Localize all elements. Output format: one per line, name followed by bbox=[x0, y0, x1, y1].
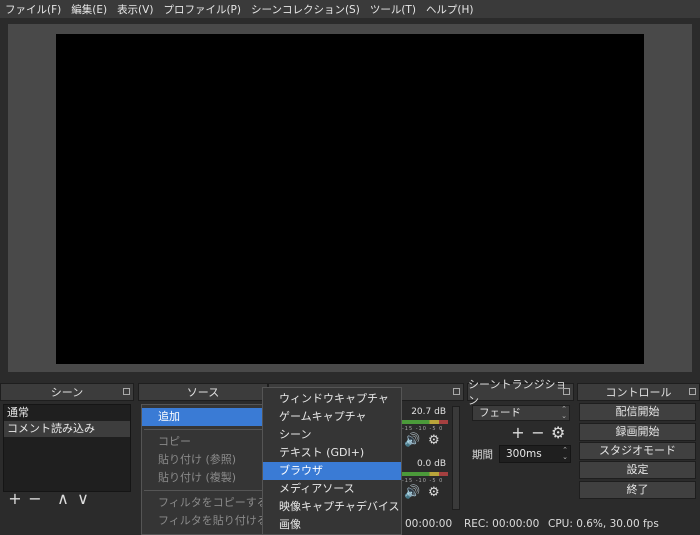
submenu-item-browser[interactable]: ブラウザ bbox=[263, 462, 401, 480]
menu-separator bbox=[144, 429, 278, 430]
menu-item-paste-reference[interactable]: 貼り付け (参照) bbox=[142, 451, 280, 469]
gear-icon[interactable]: ⚙ bbox=[428, 485, 440, 500]
meter-ticks: -15 -10 -5 0 bbox=[402, 478, 444, 484]
scene-list[interactable]: 通常 コメント読み込み bbox=[3, 404, 131, 492]
menu-edit[interactable]: 編集(E) bbox=[66, 2, 112, 17]
submenu-item-scene[interactable]: シーン bbox=[263, 426, 401, 444]
add-scene-icon[interactable]: + bbox=[8, 491, 22, 507]
duration-label: 期間 bbox=[472, 449, 493, 461]
undock-icon[interactable] bbox=[123, 388, 130, 395]
menu-view[interactable]: 表示(V) bbox=[112, 2, 158, 17]
submenu-item-media-source[interactable]: メディアソース bbox=[263, 480, 401, 498]
submenu-item-window-capture[interactable]: ウィンドウキャプチャ bbox=[263, 390, 401, 408]
submenu-item-text-gdi[interactable]: テキスト (GDI+) bbox=[263, 444, 401, 462]
controls-dock-title: コントロール bbox=[577, 383, 700, 401]
settings-button[interactable]: 設定 bbox=[579, 461, 696, 479]
undock-icon[interactable] bbox=[689, 388, 696, 395]
transitions-dock: シーントランジション フェード ⌃ ⌄ + − ⚙ 期間 300ms ⌃ ⌄ bbox=[467, 378, 574, 535]
rec-timer: REC: 00:00:00 bbox=[464, 518, 540, 530]
submenu-item-video-capture-device[interactable]: 映像キャプチャデバイス bbox=[263, 498, 401, 516]
mixer-channel-1: 20.7 dB -15 -10 -5 0 🔊 ⚙ bbox=[400, 406, 450, 456]
menu-separator bbox=[144, 490, 278, 491]
menu-item-paste-duplicate[interactable]: 貼り付け (複製) bbox=[142, 469, 280, 487]
studio-mode-button[interactable]: スタジオモード bbox=[579, 442, 696, 460]
mixer-channel-2: 0.0 dB -15 -10 -5 0 🔊 ⚙ bbox=[400, 458, 450, 508]
scene-toolbar: + − ∧ ∨ bbox=[8, 491, 90, 507]
menu-item-paste-filters[interactable]: フィルタを貼り付ける bbox=[142, 512, 280, 530]
gear-icon[interactable]: ⚙ bbox=[428, 433, 440, 448]
preview-canvas[interactable] bbox=[56, 34, 644, 364]
live-timer: 00:00:00 bbox=[405, 518, 453, 530]
scene-item[interactable]: 通常 bbox=[4, 405, 130, 421]
menu-item-copy-filters[interactable]: フィルタをコピーする bbox=[142, 494, 280, 512]
start-recording-button[interactable]: 録画開始 bbox=[579, 423, 696, 441]
cpu-status: CPU: 0.6%, 30.00 fps bbox=[548, 518, 659, 530]
menu-profile[interactable]: プロファイル(P) bbox=[158, 2, 246, 17]
volume-db-label: 20.7 dB bbox=[411, 407, 446, 417]
transition-toolbar: + − ⚙ bbox=[511, 425, 565, 441]
menu-file[interactable]: ファイル(F) bbox=[0, 2, 66, 17]
scenes-dock: シーン 通常 コメント読み込み + − ∧ ∨ bbox=[0, 383, 134, 535]
submenu-item-game-capture[interactable]: ゲームキャプチャ bbox=[263, 408, 401, 426]
volume-db-label: 0.0 dB bbox=[416, 459, 446, 469]
menu-tools[interactable]: ツール(T) bbox=[365, 2, 421, 17]
move-up-icon[interactable]: ∧ bbox=[56, 491, 70, 507]
menu-bar: ファイル(F) 編集(E) 表示(V) プロファイル(P) シーンコレクション(… bbox=[0, 0, 700, 18]
menu-scene-collection[interactable]: シーンコレクション(S) bbox=[246, 2, 365, 17]
volume-meter bbox=[402, 472, 448, 476]
sources-dock-title: ソース bbox=[138, 383, 268, 401]
move-down-icon[interactable]: ∨ bbox=[76, 491, 90, 507]
undock-icon[interactable] bbox=[453, 388, 460, 395]
menu-item-add[interactable]: 追加 ▶ bbox=[142, 408, 280, 426]
scene-item[interactable]: コメント読み込み bbox=[4, 421, 130, 437]
remove-transition-icon[interactable]: − bbox=[531, 425, 545, 441]
chevron-updown-icon: ⌃ ⌄ bbox=[561, 405, 567, 420]
add-source-submenu: ウィンドウキャプチャ ゲームキャプチャ シーン テキスト (GDI+) ブラウザ… bbox=[262, 387, 402, 535]
duration-spinbox[interactable]: 300ms ⌃ ⌄ bbox=[499, 445, 571, 463]
transition-select[interactable]: フェード ⌃ ⌄ bbox=[472, 405, 570, 421]
meter-ticks: -15 -10 -5 0 bbox=[402, 426, 444, 432]
mixer-scrollbar[interactable] bbox=[452, 406, 460, 510]
submenu-item-image[interactable]: 画像 bbox=[263, 516, 401, 534]
menu-item-copy[interactable]: コピー bbox=[142, 433, 280, 451]
transitions-dock-title: シーントランジション bbox=[467, 378, 574, 407]
speaker-icon[interactable]: 🔊 bbox=[404, 433, 420, 448]
chevron-updown-icon: ⌃ ⌄ bbox=[562, 446, 568, 461]
scenes-dock-title: シーン bbox=[0, 383, 134, 401]
undock-icon[interactable] bbox=[563, 388, 570, 395]
remove-scene-icon[interactable]: − bbox=[28, 491, 42, 507]
speaker-icon[interactable]: 🔊 bbox=[404, 485, 420, 500]
add-transition-icon[interactable]: + bbox=[511, 425, 525, 441]
sources-context-menu: 追加 ▶ コピー 貼り付け (参照) 貼り付け (複製) フィルタをコピーする … bbox=[141, 404, 281, 535]
start-streaming-button[interactable]: 配信開始 bbox=[579, 403, 696, 421]
gear-icon[interactable]: ⚙ bbox=[551, 425, 565, 441]
menu-help[interactable]: ヘルプ(H) bbox=[421, 2, 479, 17]
exit-button[interactable]: 終了 bbox=[579, 481, 696, 499]
volume-meter bbox=[402, 420, 448, 424]
